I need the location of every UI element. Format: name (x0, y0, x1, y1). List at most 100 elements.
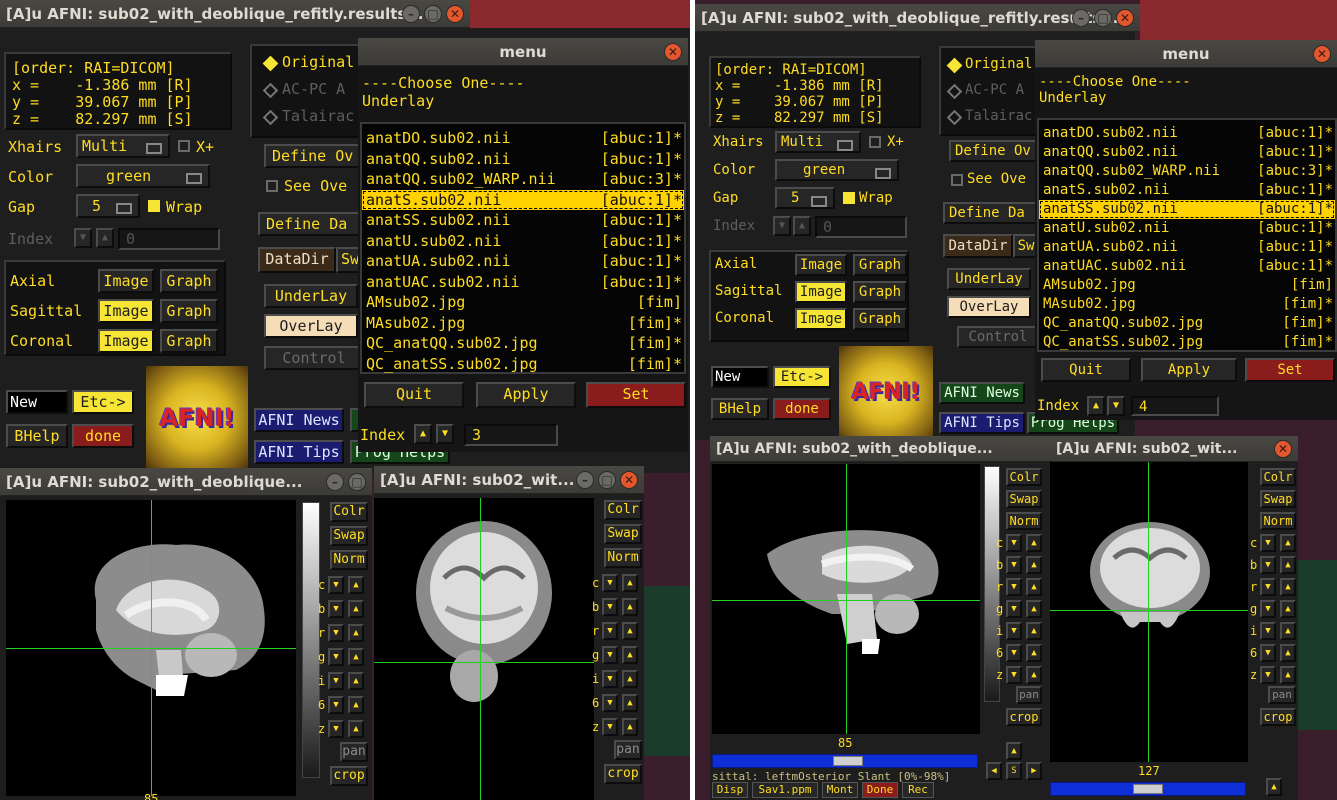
sagittal-image-button[interactable]: Image (795, 281, 847, 303)
decrease-arrow-button[interactable]: ▼ (328, 696, 344, 714)
etc-button[interactable]: Etc-> (773, 366, 831, 388)
coronal-graph-button[interactable]: Graph (160, 329, 218, 353)
increase-arrow-button[interactable]: ▲ (1280, 556, 1296, 574)
list-item[interactable]: anatQQ.sub02_WARP.nii [abuc:3]* (1039, 162, 1335, 181)
list-item[interactable]: anatDO.sub02.nii [abuc:1]* (362, 128, 684, 149)
close-icon[interactable]: ✕ (620, 471, 638, 489)
coronal-slice-slider[interactable] (1050, 782, 1246, 796)
list-item[interactable]: anatQQ.sub02.nii [abuc:1]* (1039, 143, 1335, 162)
axial-image-button[interactable]: Image (98, 269, 154, 293)
wrap-checkbox[interactable] (148, 200, 160, 212)
color-select[interactable]: green (775, 159, 899, 181)
axial-graph-button[interactable]: Graph (160, 269, 218, 293)
cor-colr-button[interactable]: Colr (1260, 468, 1296, 486)
datadir-button[interactable]: DataDir (943, 234, 1013, 258)
menu-index-field[interactable]: 3 (464, 424, 558, 446)
decrease-arrow-button[interactable]: ▼ (328, 648, 344, 666)
main-window-titlebar-right[interactable]: [A]u AFNI: sub02_with_deoblique_refitly.… (695, 4, 1140, 32)
maximize-icon[interactable]: □ (348, 473, 366, 491)
list-item[interactable]: QC_anatSS.sub02.jpg [fim]* (362, 354, 684, 375)
see-overlay-checkbox[interactable] (951, 174, 963, 186)
sag-norm-button[interactable]: Norm (330, 550, 368, 570)
close-icon[interactable]: ✕ (1116, 9, 1134, 27)
sag-swap-button[interactable]: Swap (1006, 490, 1042, 508)
sag-pan-button[interactable]: pan (340, 742, 368, 762)
menu-titlebar[interactable]: menu ✕ (358, 38, 688, 66)
underlay-button[interactable]: UnderLay (947, 268, 1031, 290)
close-icon[interactable]: ✕ (1313, 45, 1331, 63)
decrease-arrow-button[interactable]: ▼ (1260, 644, 1276, 662)
index-down-button[interactable]: ▼ (773, 216, 791, 236)
done-button[interactable]: done (773, 398, 831, 420)
define-overlay-button[interactable]: Define Ov (264, 144, 364, 168)
bhelp-button[interactable]: BHelp (6, 424, 68, 448)
afni-news-button[interactable]: AFNI News (939, 382, 1025, 404)
increase-arrow-button[interactable]: ▲ (622, 598, 638, 616)
minimize-icon[interactable]: – (326, 473, 344, 491)
decrease-arrow-button[interactable]: ▼ (1006, 622, 1022, 640)
menu-index-down-button[interactable]: ▼ (1107, 396, 1125, 416)
afni-logo[interactable]: AFNI! (839, 346, 933, 440)
decrease-arrow-button[interactable]: ▼ (602, 598, 618, 616)
decrease-arrow-button[interactable]: ▼ (1006, 666, 1022, 684)
decrease-arrow-button[interactable]: ▼ (602, 622, 618, 640)
datadir-button[interactable]: DataDir (258, 247, 336, 273)
menu-set-button[interactable]: Set (1245, 358, 1335, 382)
menu-apply-button[interactable]: Apply (1141, 358, 1237, 382)
list-item[interactable]: anatS.sub02.nii [abuc:1]* (362, 189, 684, 210)
sag-colr-button[interactable]: Colr (330, 502, 368, 522)
list-item[interactable]: QC_anatQQ.sub02.jpg [fim]* (362, 333, 684, 354)
define-overlay-button[interactable]: Define Ov (949, 140, 1039, 162)
xhairs-select[interactable]: Multi (76, 134, 170, 158)
decrease-arrow-button[interactable]: ▼ (328, 720, 344, 738)
cor-colr-button[interactable]: Colr (604, 500, 642, 520)
decrease-arrow-button[interactable]: ▼ (1006, 578, 1022, 596)
menu-index-field[interactable]: 4 (1131, 396, 1219, 416)
decrease-arrow-button[interactable]: ▼ (602, 718, 618, 736)
increase-arrow-button[interactable]: ▲ (1026, 622, 1042, 640)
increase-arrow-button[interactable]: ▲ (622, 670, 638, 688)
disp-button[interactable]: Disp (712, 782, 748, 798)
cor-crop-button[interactable]: crop (1260, 708, 1296, 726)
menu-quit-button[interactable]: Quit (364, 382, 464, 408)
sag-crop-button[interactable]: crop (1006, 708, 1042, 726)
mode-up-button[interactable]: ▲ (1266, 778, 1282, 796)
underlay-list-right[interactable]: anatDO.sub02.nii [abuc:1]* anatQQ.sub02.ni… (1037, 118, 1337, 352)
cor-swap-button[interactable]: Swap (604, 524, 642, 544)
underlay-button[interactable]: UnderLay (264, 284, 358, 308)
define-datamode-button[interactable]: Define Da (943, 202, 1039, 224)
index-up-button[interactable]: ▲ (96, 228, 114, 248)
increase-arrow-button[interactable]: ▲ (1026, 644, 1042, 662)
coronal-viewer-titlebar[interactable]: [A]u AFNI: sub02_wit... – □ ✕ (374, 466, 644, 494)
close-icon[interactable]: ✕ (446, 5, 464, 23)
new-button[interactable]: New (711, 366, 769, 388)
mont-button[interactable]: Mont (822, 782, 858, 798)
overlay-button[interactable]: OverLay (947, 296, 1031, 318)
decrease-arrow-button[interactable]: ▼ (1006, 534, 1022, 552)
list-item[interactable]: anatUA.sub02.nii [abuc:1]* (362, 251, 684, 272)
bhelp-button[interactable]: BHelp (711, 398, 769, 420)
sagittal-image-canvas[interactable] (6, 500, 296, 796)
list-item[interactable]: anatQQ.sub02.nii [abuc:1]* (362, 149, 684, 170)
sagittal-graph-button[interactable]: Graph (160, 299, 218, 323)
color-select[interactable]: green (76, 164, 210, 188)
afni-logo[interactable]: AFNI! (146, 366, 248, 468)
afni-tips-button[interactable]: AFNI Tips (939, 412, 1025, 434)
list-item[interactable]: anatQQ.sub02_WARP.nii [abuc:3]* (362, 169, 684, 190)
increase-arrow-button[interactable]: ▲ (1280, 666, 1296, 684)
list-item[interactable]: anatSS.sub02.nii [abuc:1]* (362, 210, 684, 231)
coronal-image-canvas-right[interactable] (1050, 462, 1248, 762)
decrease-arrow-button[interactable]: ▼ (1260, 622, 1276, 640)
increase-arrow-button[interactable]: ▲ (1280, 534, 1296, 552)
xhairs-select[interactable]: Multi (775, 131, 861, 153)
menu-index-down-button[interactable]: ▼ (436, 424, 454, 444)
increase-arrow-button[interactable]: ▲ (348, 648, 364, 666)
maximize-icon[interactable]: □ (598, 471, 616, 489)
list-item[interactable]: anatU.sub02.nii [abuc:1]* (362, 231, 684, 252)
list-item[interactable]: anatDO.sub02.nii [abuc:1]* (1039, 124, 1335, 143)
mode-s-button[interactable]: S (1006, 762, 1022, 780)
underlay-list[interactable]: anatDO.sub02.nii [abuc:1]* anatQQ.sub02.ni… (360, 122, 686, 374)
list-item[interactable]: QC_anatSS.sub02.jpg [fim]* (1039, 333, 1335, 352)
increase-arrow-button[interactable]: ▲ (622, 646, 638, 664)
coronal-image-canvas[interactable] (374, 498, 594, 800)
